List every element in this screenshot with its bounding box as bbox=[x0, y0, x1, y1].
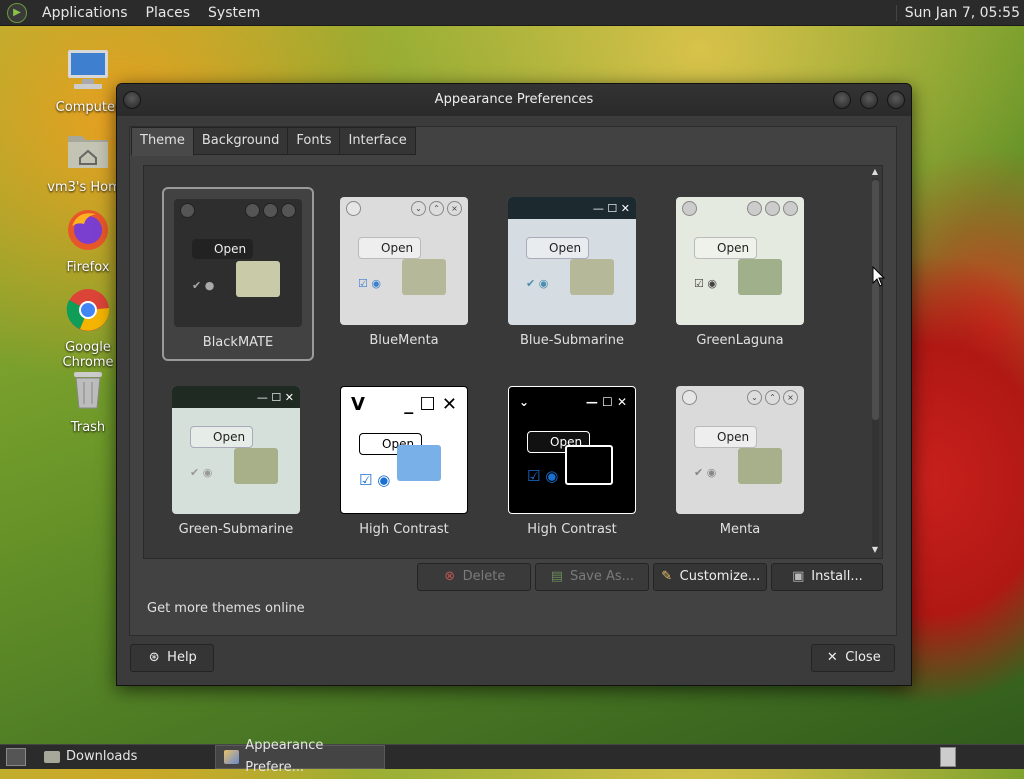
delete-icon: ⊗ bbox=[444, 569, 456, 584]
clock[interactable]: Sun Jan 7, 05:55 bbox=[895, 4, 1020, 21]
show-desktop-icon[interactable] bbox=[6, 748, 26, 766]
bottom-panel: Downloads Appearance Prefere... bbox=[0, 738, 1024, 775]
theme-item-menta[interactable]: ⌄ ⌃ × Open ✔ ◉ Menta bbox=[666, 376, 814, 546]
preview-open-label: Open bbox=[192, 239, 254, 259]
chrome-icon bbox=[66, 289, 110, 331]
theme-label: BlackMATE bbox=[202, 335, 274, 350]
theme-item-bluementa[interactable]: ⌄ ⌃ × Open ☑ ◉ BlueMenta bbox=[330, 187, 478, 357]
scroll-up-icon[interactable]: ▲ bbox=[870, 168, 880, 176]
tab-fonts[interactable]: Fonts bbox=[287, 127, 341, 155]
theme-preview: ⌄ ⌃ × Open ✔ ◉ bbox=[676, 386, 804, 514]
preview-open-label: Open bbox=[358, 237, 422, 259]
theme-label: Blue-Submarine bbox=[519, 333, 625, 348]
install-icon: ▣ bbox=[792, 569, 805, 584]
computer-icon bbox=[68, 50, 108, 89]
help-icon: ⊛ bbox=[148, 650, 160, 665]
mate-logo-icon[interactable]: ▶ bbox=[7, 2, 27, 23]
theme-item-blue-submarine[interactable]: — ☐ ✕ Open ✔ ◉ Blue-Submarine bbox=[498, 187, 646, 357]
menu-system[interactable]: System bbox=[199, 5, 269, 21]
preview-open-label: Open bbox=[190, 426, 254, 448]
scrollbar-thumb[interactable] bbox=[872, 180, 879, 420]
help-button[interactable]: ⊛ Help bbox=[130, 644, 214, 672]
theme-item-high-contrast[interactable]: V _ ☐ ✕ Open ☑ ◉ High Contrast bbox=[330, 376, 478, 546]
theme-list-scrollbar[interactable]: ▲ ▼ bbox=[869, 168, 881, 556]
window-title: Appearance Preferences bbox=[434, 92, 594, 107]
theme-preview: — ☐ ✕ Open ✔ ◉ bbox=[172, 386, 300, 514]
preview-open-label: Open bbox=[694, 426, 758, 448]
theme-item-green-submarine[interactable]: — ☐ ✕ Open ✔ ◉ Green-Submarine bbox=[162, 376, 310, 546]
theme-label: High Contrast bbox=[527, 522, 617, 537]
theme-preview: ⌄ ⌃ × Open ☑ ◉ bbox=[340, 197, 468, 325]
theme-label: Green-Submarine bbox=[178, 522, 294, 537]
theme-preview: ⌄ — ☐ ✕ Open ☑ ◉ bbox=[508, 386, 636, 514]
home-folder-icon bbox=[68, 136, 108, 168]
taskbar-item-appearance[interactable]: Appearance Prefere... bbox=[215, 738, 386, 775]
menu-places[interactable]: Places bbox=[137, 5, 200, 21]
theme-label: High Contrast bbox=[359, 522, 449, 537]
save-as-button[interactable]: ▤ Save As... bbox=[535, 563, 649, 591]
folder-icon bbox=[44, 751, 60, 763]
scroll-down-icon[interactable]: ▼ bbox=[870, 546, 880, 554]
theme-label: Menta bbox=[719, 522, 761, 537]
tab-background[interactable]: Background bbox=[192, 127, 289, 155]
theme-item-high-contrast-inverse[interactable]: ⌄ — ☐ ✕ Open ☑ ◉ High Contrast bbox=[498, 376, 646, 546]
trash-icon bbox=[74, 372, 102, 409]
firefox-icon bbox=[68, 210, 108, 250]
theme-preview: V _ ☐ ✕ Open ☑ ◉ bbox=[340, 386, 468, 514]
customize-icon: ✎ bbox=[661, 569, 673, 584]
theme-preview: Open ✔ ● bbox=[174, 199, 302, 327]
preview-open-label: Open bbox=[526, 237, 590, 259]
taskbar-item-downloads[interactable]: Downloads bbox=[36, 746, 145, 768]
theme-label: BlueMenta bbox=[369, 333, 439, 348]
appearance-icon bbox=[224, 750, 240, 764]
theme-list[interactable]: Open ✔ ● BlackMATE ⌄ ⌃ × Open ☑ ◉ BlueMent… bbox=[143, 165, 883, 559]
titlebar[interactable]: Appearance Preferences bbox=[117, 84, 911, 116]
theme-item-greenlaguna[interactable]: Open ☑ ◉ GreenLaguna bbox=[666, 187, 814, 357]
close-button[interactable]: ✕ Close bbox=[811, 644, 895, 672]
window-close-button[interactable] bbox=[887, 91, 905, 109]
theme-preview: Open ☑ ◉ bbox=[676, 197, 804, 325]
tab-bar: Theme Background Fonts Interface bbox=[131, 127, 416, 156]
preview-open-label: Open bbox=[694, 237, 758, 259]
tab-interface[interactable]: Interface bbox=[339, 127, 416, 155]
top-panel: ▶ Applications Places System Sun Jan 7, … bbox=[0, 0, 1024, 26]
install-button[interactable]: ▣ Install... bbox=[771, 563, 883, 591]
save-icon: ▤ bbox=[550, 569, 564, 584]
close-icon: ✕ bbox=[826, 650, 838, 665]
theme-item-blackmate[interactable]: Open ✔ ● BlackMATE bbox=[162, 187, 314, 361]
mouse-cursor-icon bbox=[872, 266, 886, 287]
theme-label: GreenLaguna bbox=[696, 333, 784, 348]
customize-button[interactable]: ✎ Customize... bbox=[653, 563, 767, 591]
theme-preview: — ☐ ✕ Open ✔ ◉ bbox=[508, 197, 636, 325]
more-themes-link[interactable]: Get more themes online bbox=[147, 601, 305, 616]
workspace-switcher[interactable] bbox=[940, 747, 956, 767]
minimize-button[interactable] bbox=[833, 91, 851, 109]
appearance-preferences-window: Appearance Preferences Theme Background … bbox=[116, 83, 912, 686]
maximize-button[interactable] bbox=[860, 91, 878, 109]
delete-button[interactable]: ⊗ Delete bbox=[417, 563, 531, 591]
tab-theme[interactable]: Theme bbox=[131, 127, 194, 156]
menu-applications[interactable]: Applications bbox=[33, 5, 137, 21]
